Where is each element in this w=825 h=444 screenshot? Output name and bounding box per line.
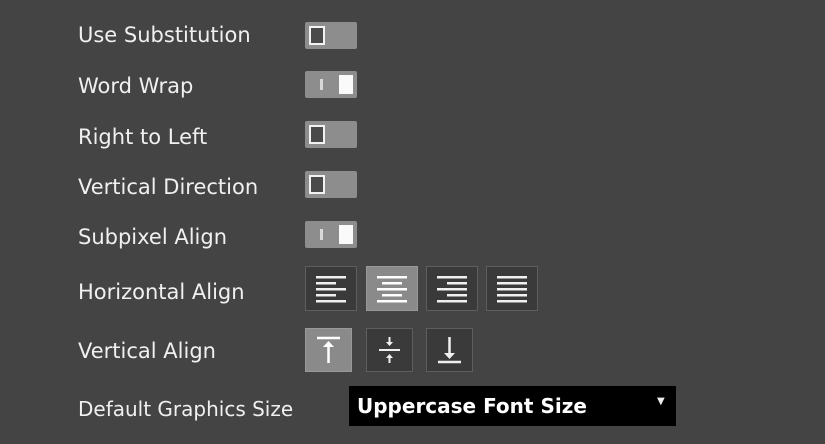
dropdown-arrow-icon: ▼ (657, 396, 665, 407)
use-substitution-label: Use Substitution (78, 23, 251, 47)
align-top-button[interactable] (305, 328, 352, 372)
align-top-icon (317, 336, 340, 363)
right-to-left-toggle[interactable] (305, 121, 357, 148)
align-right-button[interactable] (426, 266, 478, 311)
vertical-direction-label: Vertical Direction (78, 175, 259, 199)
word-wrap-toggle[interactable] (305, 71, 357, 98)
align-justify-button[interactable] (486, 266, 538, 311)
center-align-icon (377, 276, 407, 303)
align-middle-icon (379, 337, 400, 363)
left-align-icon (316, 276, 346, 303)
right-align-icon (437, 276, 467, 303)
subpixel-align-toggle[interactable] (305, 221, 357, 248)
subpixel-align-label: Subpixel Align (78, 225, 228, 249)
dropdown-selected-value: Uppercase Font Size (357, 394, 587, 418)
horizontal-align-label: Horizontal Align (78, 280, 245, 304)
right-to-left-label: Right to Left (78, 125, 208, 149)
align-middle-button[interactable] (366, 328, 413, 372)
vertical-align-label: Vertical Align (78, 339, 216, 363)
default-graphics-size-dropdown[interactable]: Uppercase Font Size ▼ (349, 386, 676, 426)
vertical-direction-toggle[interactable] (305, 171, 357, 198)
align-center-button[interactable] (366, 266, 418, 311)
align-left-button[interactable] (305, 266, 357, 311)
use-substitution-toggle[interactable] (305, 22, 357, 49)
justify-align-icon (497, 276, 527, 303)
word-wrap-label: Word Wrap (78, 74, 194, 98)
align-bottom-icon (438, 337, 461, 364)
align-bottom-button[interactable] (426, 328, 473, 372)
default-graphics-size-label: Default Graphics Size (78, 397, 294, 421)
